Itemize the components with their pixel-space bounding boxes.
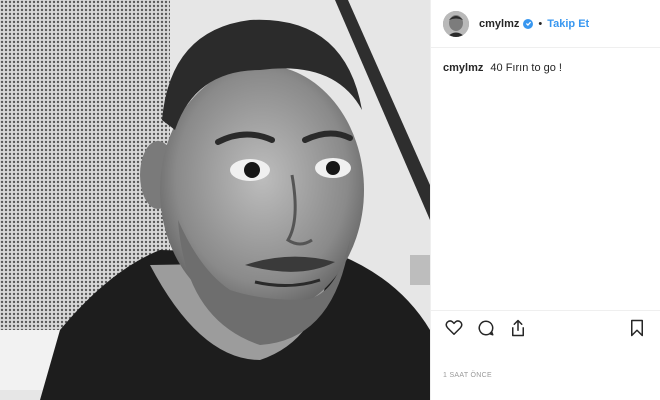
post-sidebar: cmylmz • Takip Et cmylmz 40 Fırın to go … — [430, 0, 660, 400]
comment-icon — [478, 319, 494, 335]
like-button[interactable] — [443, 317, 465, 339]
separator-dot: • — [538, 17, 543, 30]
save-button[interactable] — [626, 317, 648, 339]
avatar-image — [443, 10, 469, 37]
caption-username-link[interactable]: cmylmz — [443, 62, 483, 74]
heart-icon — [445, 320, 463, 335]
follow-button[interactable]: Takip Et — [547, 18, 589, 30]
share-button[interactable] — [507, 317, 529, 339]
share-icon — [512, 319, 524, 336]
comment-button[interactable] — [475, 317, 497, 339]
post-photo[interactable] — [0, 0, 430, 400]
verified-badge-icon — [523, 18, 534, 29]
username-link[interactable]: cmylmz — [479, 18, 519, 30]
instagram-post: cmylmz • Takip Et cmylmz 40 Fırın to go … — [0, 0, 660, 400]
action-bar — [431, 310, 660, 344]
avatar[interactable] — [443, 10, 469, 37]
post-image — [0, 0, 430, 400]
bookmark-icon — [631, 319, 643, 336]
post-timestamp[interactable]: 1 SAAT ÖNCE — [443, 372, 492, 379]
caption-text: 40 Fırın to go ! — [490, 62, 562, 74]
post-caption: cmylmz 40 Fırın to go ! — [443, 61, 648, 75]
post-header: cmylmz • Takip Et — [431, 0, 660, 48]
